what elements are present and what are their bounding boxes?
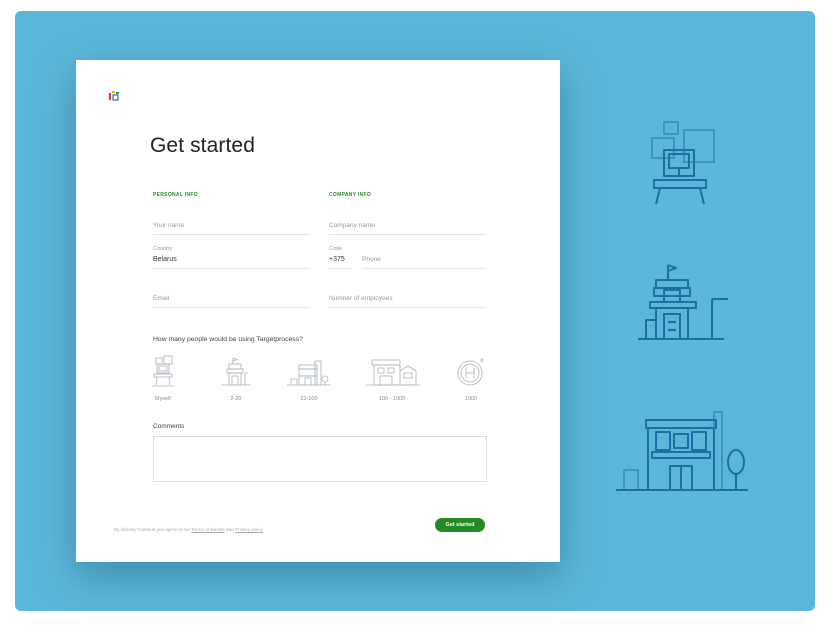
option-label: 100 - 1000 (378, 396, 406, 402)
option-label: 21-100 (300, 396, 318, 402)
option-1000[interactable]: 1000 (454, 355, 488, 402)
company-name-field[interactable]: Company name (329, 214, 486, 235)
desk-icon (152, 355, 174, 387)
small-building-illustration-icon (638, 264, 728, 340)
terms-of-service-link[interactable]: Terms of service (191, 527, 224, 532)
small-building-icon (221, 357, 251, 386)
company-name-placeholder: Company name (329, 222, 375, 229)
phone-placeholder: Phone (362, 256, 381, 263)
country-value: Belarus (153, 256, 177, 263)
shop-building-icon (287, 360, 331, 386)
option-21-100[interactable]: 21-100 (284, 355, 334, 402)
desk-illustration-icon (651, 121, 715, 205)
page-title: Get started (150, 134, 255, 157)
email-field[interactable]: Email (153, 287, 310, 308)
country-select[interactable]: Country Belarus (153, 246, 310, 269)
terms-text: By clicking Continue you agree to our Te… (114, 527, 263, 532)
office-building-illustration-icon (616, 411, 748, 491)
company-info-header: COMPANY INFO (329, 192, 372, 198)
employees-field[interactable]: Number of employees (329, 287, 486, 308)
name-placeholder: Your name (153, 222, 185, 229)
option-label: Myself (155, 396, 171, 402)
hospital-icon (457, 358, 484, 386)
option-2-20[interactable]: 2-20 (218, 355, 254, 402)
code-label: Code (329, 246, 343, 252)
terms-and: and (224, 527, 235, 532)
get-started-button[interactable]: Get started (435, 518, 485, 532)
employees-placeholder: Number of employees (329, 295, 393, 302)
country-label: Country (153, 246, 173, 252)
privacy-policy-link[interactable]: Privacy policy (235, 527, 263, 532)
targetprocess-logo-icon (109, 91, 119, 101)
option-myself[interactable]: Myself (148, 355, 178, 402)
terms-prefix: By clicking Continue you agree to our (114, 527, 192, 532)
name-field[interactable]: Your name (153, 214, 310, 235)
option-label: 1000 (464, 396, 478, 402)
comments-label: Comments (153, 423, 185, 430)
phone-field[interactable]: Phone (362, 248, 486, 269)
option-100-1000[interactable]: 100 - 1000 (362, 355, 422, 402)
personal-info-header: PERSONAL INFO (153, 192, 198, 198)
team-size-question: How many people would be using Targetpro… (153, 336, 303, 343)
comments-textarea[interactable] (153, 436, 487, 482)
code-value: +375 (329, 256, 345, 263)
email-placeholder: Email (153, 295, 170, 302)
code-field[interactable]: Code +375 (329, 246, 353, 269)
signup-card: Get started PERSONAL INFO COMPANY INFO Y… (76, 60, 560, 562)
large-building-icon (366, 359, 420, 386)
option-label: 2-20 (230, 396, 242, 402)
